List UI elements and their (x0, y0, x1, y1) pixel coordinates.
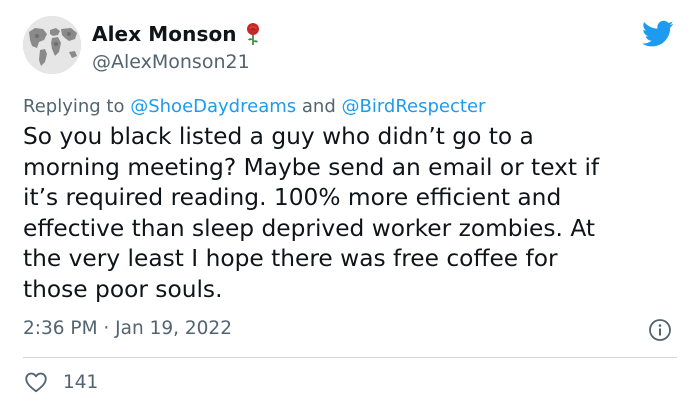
tweet-card: Alex Monson @AlexMonson21 Replying to @S… (0, 0, 700, 410)
world-map-avatar-image (23, 16, 81, 74)
replying-joiner: and (301, 96, 336, 117)
mention-link-2[interactable]: @BirdRespecter (341, 96, 485, 117)
author-handle[interactable]: @AlexMonson21 (92, 51, 250, 73)
like-action[interactable]: 141 (23, 369, 98, 395)
heart-icon[interactable] (23, 369, 49, 395)
tweet-body: So you black listed a guy who didn’t go … (23, 123, 600, 303)
replying-prefix: Replying to (23, 96, 125, 117)
twitter-bird-icon[interactable] (642, 20, 674, 48)
display-name[interactable]: Alex Monson (92, 22, 237, 46)
like-count: 141 (63, 371, 99, 393)
avatar[interactable] (23, 16, 81, 74)
mention-link-1[interactable]: @ShoeDaydreams (130, 96, 296, 117)
rose-icon (245, 22, 261, 46)
replying-to-line: Replying to @ShoeDaydreams and @BirdResp… (23, 96, 485, 117)
divider (23, 357, 677, 358)
tweet-timestamp[interactable]: 2:36 PM · Jan 19, 2022 (23, 318, 232, 339)
info-icon[interactable] (648, 318, 672, 342)
author-name-row[interactable]: Alex Monson (92, 22, 261, 46)
